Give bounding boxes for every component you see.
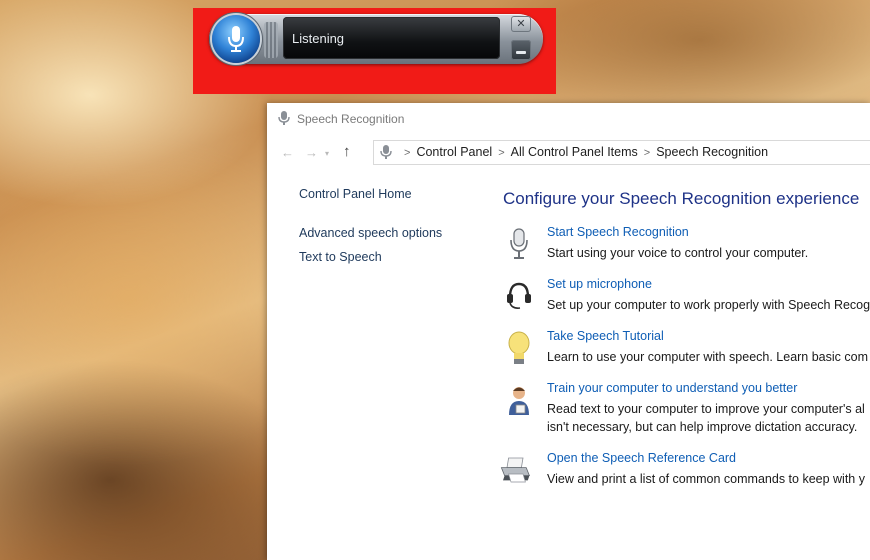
status-display: Listening <box>283 17 500 59</box>
chevron-right-icon: > <box>643 147 651 159</box>
breadcrumb-speech-recognition[interactable]: Speech Recognition <box>656 145 768 159</box>
task-take-speech-tutorial: Take Speech Tutorial Learn to use your c… <box>503 329 870 379</box>
open-speech-reference-card-link[interactable]: Open the Speech Reference Card <box>547 451 736 465</box>
task-description: Set up your computer to work properly wi… <box>547 298 870 312</box>
microphone-icon <box>228 26 244 52</box>
printer-icon <box>499 453 531 489</box>
task-set-up-microphone: Set up microphone Set up your computer t… <box>503 277 870 327</box>
breadcrumb-all-items[interactable]: All Control Panel Items <box>511 145 638 159</box>
recent-pages-dropdown[interactable]: ▾ <box>325 149 329 158</box>
start-speech-recognition-link[interactable]: Start Speech Recognition <box>547 225 689 239</box>
window-title: Speech Recognition <box>297 112 405 126</box>
breadcrumb: > Control Panel > All Control Panel Items > S… <box>398 145 768 159</box>
back-button[interactable]: ← <box>281 145 294 160</box>
task-description: Read text to your computer to improve yo… <box>547 402 865 416</box>
task-start-speech-recognition: Start Speech Recognition Start using you… <box>503 225 870 275</box>
breadcrumb-control-panel[interactable]: Control Panel <box>416 145 492 159</box>
speech-recognition-icon <box>278 111 290 125</box>
task-train-computer: Train your computer to understand you be… <box>503 381 870 434</box>
headset-icon <box>503 279 535 315</box>
text-to-speech-link[interactable]: Text to Speech <box>299 250 382 264</box>
up-button[interactable]: ↑ <box>343 143 351 160</box>
close-button[interactable]: ✕ <box>511 16 531 32</box>
drag-grip[interactable] <box>264 22 278 58</box>
lightbulb-icon <box>503 331 535 367</box>
task-description: View and print a list of common commands… <box>547 472 865 486</box>
status-text: Listening <box>292 31 345 46</box>
task-open-reference-card: Open the Speech Reference Card View and … <box>500 451 870 501</box>
task-description: Start using your voice to control your c… <box>547 246 809 260</box>
title-bar: Speech Recognition <box>267 103 870 133</box>
task-description: isn't necessary, but can help improve di… <box>547 420 858 434</box>
control-panel-home-link[interactable]: Control Panel Home <box>299 187 412 201</box>
address-field[interactable]: > Control Panel > All Control Panel Items > S… <box>373 140 870 165</box>
task-description: Learn to use your computer with speech. … <box>547 350 869 364</box>
chevron-right-icon: > <box>404 147 411 159</box>
microphone-button[interactable] <box>212 15 260 63</box>
chevron-right-icon: > <box>498 147 505 159</box>
user-training-icon <box>503 383 535 419</box>
minimize-icon <box>516 50 526 54</box>
address-bar: ← → ▾ ↑ > Control Panel > All Control Panel… <box>267 137 870 167</box>
advanced-speech-options-link[interactable]: Advanced speech options <box>299 226 442 240</box>
train-computer-link[interactable]: Train your computer to understand you be… <box>547 381 797 395</box>
take-speech-tutorial-link[interactable]: Take Speech Tutorial <box>547 329 664 343</box>
control-panel-window: Speech Recognition ← → ▾ ↑ > Control Pane… <box>267 103 870 560</box>
minimize-button[interactable] <box>511 40 531 60</box>
set-up-microphone-link[interactable]: Set up microphone <box>547 277 652 291</box>
close-icon: ✕ <box>516 17 526 30</box>
page-title: Configure your Speech Recognition experi… <box>503 189 860 208</box>
microphone-icon <box>503 227 535 263</box>
control-panel-icon <box>380 145 392 159</box>
forward-button[interactable]: → <box>305 145 318 160</box>
